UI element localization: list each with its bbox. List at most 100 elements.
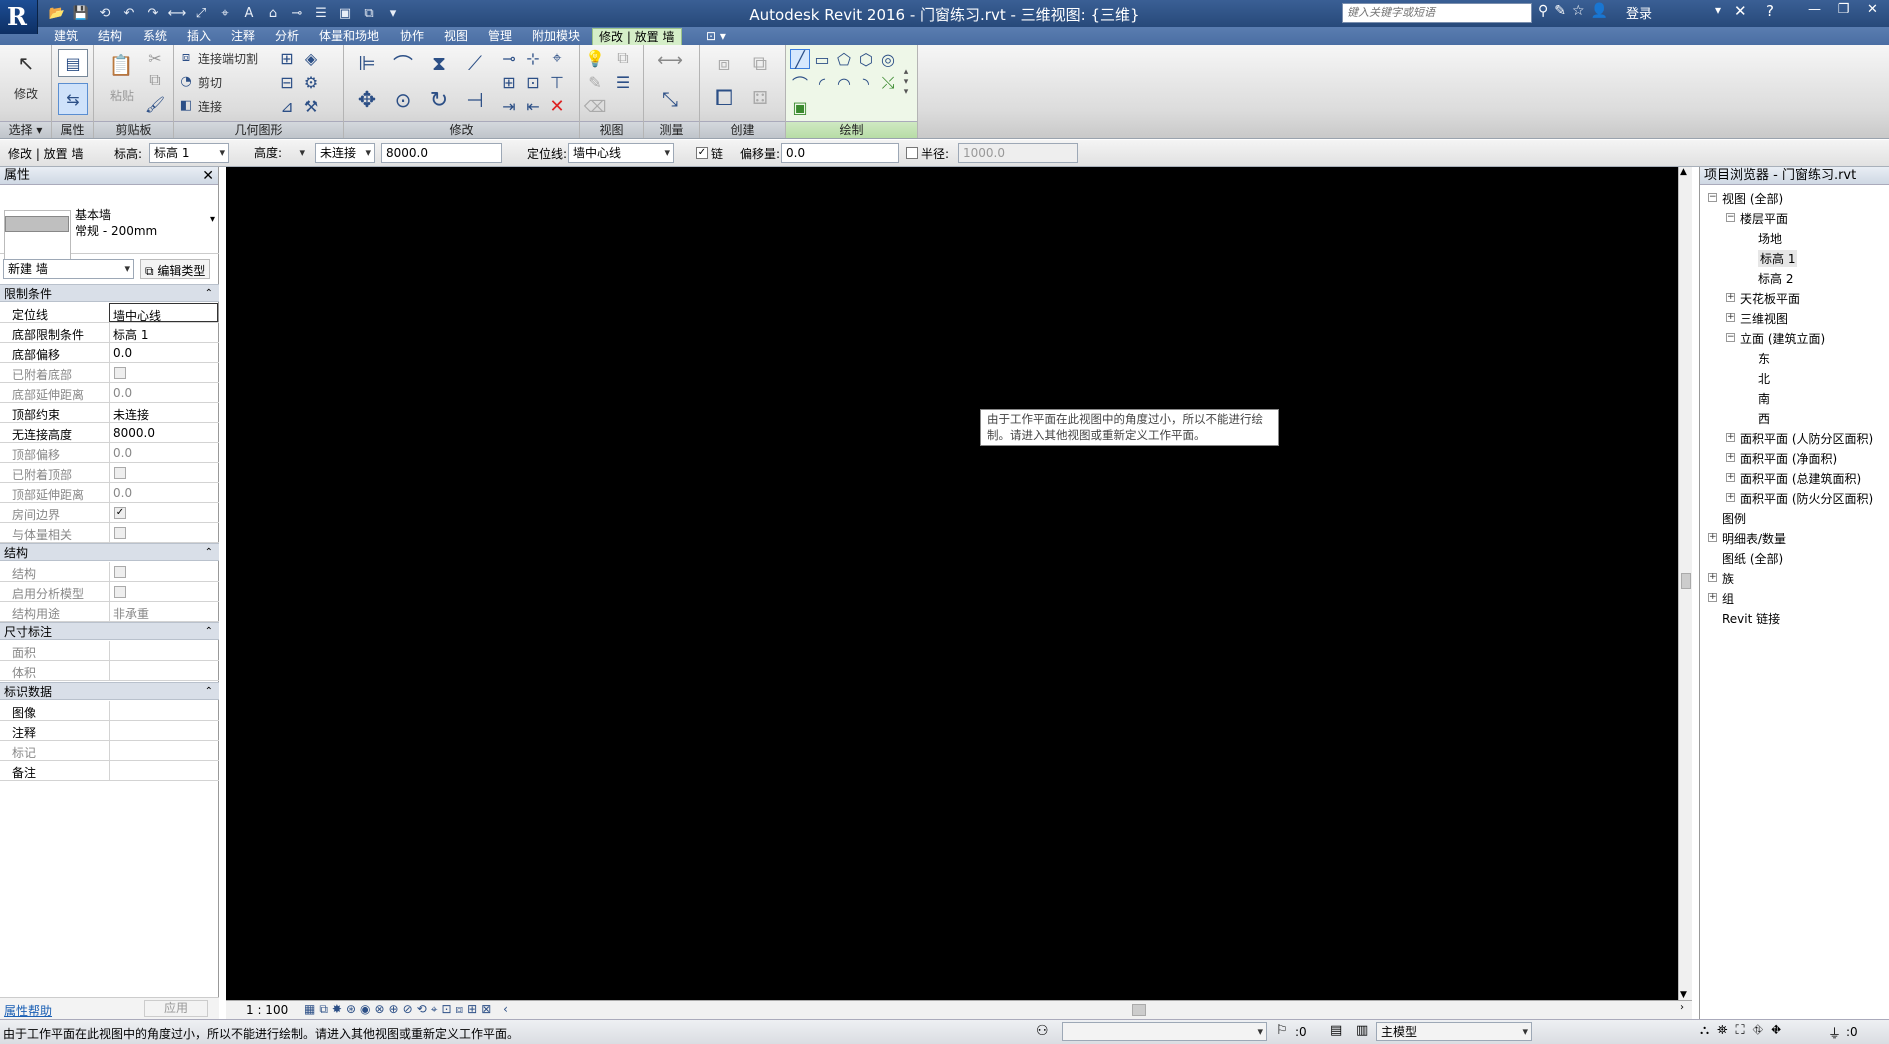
tree-expander-icon[interactable]: + xyxy=(1726,453,1735,462)
editable-only-icon[interactable]: ⚐ xyxy=(1276,1023,1288,1038)
paste-button[interactable]: 粘贴 xyxy=(110,87,134,104)
text-icon[interactable]: A xyxy=(238,3,260,23)
pin-icon[interactable]: ⊤ xyxy=(548,73,566,92)
mirror-draw-icon[interactable]: ⟋ xyxy=(460,49,490,77)
tag-icon[interactable]: ⌖ xyxy=(214,3,236,23)
start-end-arc-icon[interactable]: ⌒ xyxy=(790,73,810,94)
search-input[interactable] xyxy=(1343,4,1531,22)
switch-windows-icon[interactable]: ⧉ xyxy=(358,3,380,23)
tab-manage[interactable]: 管理 xyxy=(482,28,518,45)
draw-gallery-scroll-icon[interactable]: ▴ ▾ ▾ xyxy=(900,49,912,115)
browser-node[interactable]: 图纸 (全部) xyxy=(1722,550,1783,567)
paint-icon[interactable]: ◈ xyxy=(302,49,320,68)
trim-multiple-icon[interactable]: ⇥ xyxy=(500,97,518,116)
3d-view-icon[interactable]: ⌂ xyxy=(262,3,284,23)
browser-node[interactable]: 北 xyxy=(1758,370,1770,387)
application-menu-button[interactable]: R xyxy=(0,0,38,34)
browser-node[interactable]: 视图 (全部) xyxy=(1722,190,1783,207)
thin-lines-toggle-icon[interactable]: ☰ xyxy=(614,73,632,92)
exchange-apps-icon[interactable]: ✕ xyxy=(1734,2,1747,20)
worksets-icon[interactable]: ⚇ xyxy=(1036,1023,1049,1039)
group-dimensions[interactable]: 尺寸标注 ⌃ xyxy=(0,622,219,640)
thin-lines-icon[interactable]: ☰ xyxy=(310,3,332,23)
trim-extend-icon[interactable]: ⊣ xyxy=(460,85,490,115)
wall-joins-icon[interactable]: ⊟ xyxy=(278,73,296,92)
tree-expander-icon[interactable]: + xyxy=(1726,493,1735,502)
room-bounding-checkbox[interactable]: ✓ xyxy=(114,507,126,519)
scroll-thumb[interactable] xyxy=(1681,573,1691,589)
tab-systems[interactable]: 系统 xyxy=(137,28,173,45)
linework-icon[interactable]: ✎ xyxy=(586,73,604,92)
collapse-icon[interactable]: ⌃ xyxy=(205,285,213,303)
instance-filter-select[interactable]: 新建 墙 xyxy=(3,259,134,279)
demolish-icon[interactable]: ⚙ xyxy=(302,73,320,92)
split-gap-icon[interactable]: ⊹ xyxy=(524,49,542,68)
align-icon[interactable]: ⊫ xyxy=(352,49,382,77)
properties-icon[interactable]: ▤ xyxy=(58,49,88,77)
edit-type-button[interactable]: ⧉ 编辑类型 xyxy=(140,259,211,279)
browser-node[interactable]: 场地 xyxy=(1758,230,1782,247)
binoculars-icon[interactable]: ⚲ xyxy=(1538,3,1548,19)
tree-expander-icon[interactable]: + xyxy=(1708,533,1717,542)
prop-row[interactable]: 底部限制条件 标高 1 xyxy=(0,323,219,343)
cut-icon[interactable]: ✂ xyxy=(146,49,164,68)
prop-row[interactable]: 图像 xyxy=(0,701,219,721)
drawing-area[interactable] xyxy=(226,167,1678,1000)
browser-node[interactable]: 图例 xyxy=(1722,510,1746,527)
close-hidden-icon[interactable]: ▣ xyxy=(334,3,356,23)
cursor-arrow-icon[interactable]: ↖ xyxy=(14,51,38,75)
close-icon[interactable]: ✕ xyxy=(202,167,214,185)
design-option-select[interactable]: 主模型 xyxy=(1376,1022,1532,1041)
tangent-arc-icon[interactable]: ◠ xyxy=(834,73,854,93)
browser-node[interactable]: 楼层平面 xyxy=(1740,210,1788,227)
prop-row[interactable]: 定位线 墙中心线 xyxy=(0,303,219,323)
prop-row[interactable]: 底部偏移 0.0 xyxy=(0,343,219,363)
cut-geometry-button[interactable]: 剪切 xyxy=(198,74,222,91)
sync-icon[interactable]: ⟲ xyxy=(94,3,116,23)
split-element-icon[interactable]: ⊸ xyxy=(500,49,518,68)
dimension-icon[interactable]: ⤢ xyxy=(190,3,212,23)
browser-node[interactable]: 天花板平面 xyxy=(1740,290,1800,307)
level-select[interactable]: 标高 1 xyxy=(149,143,229,163)
browser-node[interactable]: 组 xyxy=(1722,590,1734,607)
tree-expander-icon[interactable]: − xyxy=(1726,213,1735,222)
measure-between-icon[interactable]: ⟷ xyxy=(652,49,688,71)
trim-single-icon[interactable]: ⇤ xyxy=(524,97,542,116)
scroll-right-icon[interactable]: › xyxy=(1680,1002,1684,1013)
close-icon[interactable]: ✕ xyxy=(1858,0,1887,22)
save-icon[interactable]: 💾 xyxy=(70,3,92,23)
rotate-icon[interactable]: ↻ xyxy=(424,85,454,115)
tab-annotate[interactable]: 注释 xyxy=(225,28,261,45)
selection-toggle-icons[interactable]: ⛬⛯⛶⛗⛖ xyxy=(1700,1023,1789,1038)
user-icon[interactable]: 👤 xyxy=(1591,3,1608,19)
design-options-icon[interactable]: ▤ xyxy=(1330,1023,1342,1038)
match-properties-icon[interactable]: 🖌 xyxy=(145,95,165,114)
mirror-axis-icon[interactable]: ⧗ xyxy=(424,49,454,77)
panel-title-select[interactable]: 选择 ▾ xyxy=(0,121,51,138)
tab-architecture[interactable]: 建筑 xyxy=(48,28,84,45)
prop-row[interactable]: 顶部约束 未连接 xyxy=(0,403,219,423)
browser-node[interactable]: 面积平面 (总建筑面积) xyxy=(1740,470,1861,487)
measure-icon[interactable]: ⟷ xyxy=(166,3,188,23)
copy-icon[interactable]: ⧉ xyxy=(146,70,164,89)
favorites-star-icon[interactable]: ☆ xyxy=(1572,3,1585,19)
worksets-select[interactable] xyxy=(1062,1022,1267,1041)
eraser-icon[interactable]: ⌫ xyxy=(584,97,607,116)
create-group-icon[interactable]: ⧈ xyxy=(710,49,738,77)
paste-icon[interactable]: 📋 xyxy=(108,51,134,79)
restore-icon[interactable]: ❐ xyxy=(1829,0,1858,22)
create-parts-icon[interactable]: ⧠ xyxy=(710,83,738,113)
group-constraints[interactable]: 限制条件 ⌃ xyxy=(0,284,219,302)
tab-collaborate[interactable]: 协作 xyxy=(394,28,430,45)
inscribed-polygon-icon[interactable]: ⬠ xyxy=(834,49,854,69)
help-icon[interactable]: ? xyxy=(1766,2,1774,20)
prop-row[interactable]: 备注 xyxy=(0,761,219,781)
browser-node[interactable]: 明细表/数量 xyxy=(1722,530,1786,547)
filter-icon[interactable]: ⏚ xyxy=(1828,1023,1841,1042)
view-scale[interactable]: 1 : 100 xyxy=(246,1003,288,1017)
beam-join-icon[interactable]: ⊿ xyxy=(278,97,296,116)
pick-lines-icon[interactable]: ⤯ xyxy=(878,73,898,93)
tab-add-ins[interactable]: 附加模块 xyxy=(526,28,586,45)
minimize-icon[interactable]: — xyxy=(1800,0,1829,22)
line-icon[interactable]: ╱ xyxy=(790,49,810,69)
